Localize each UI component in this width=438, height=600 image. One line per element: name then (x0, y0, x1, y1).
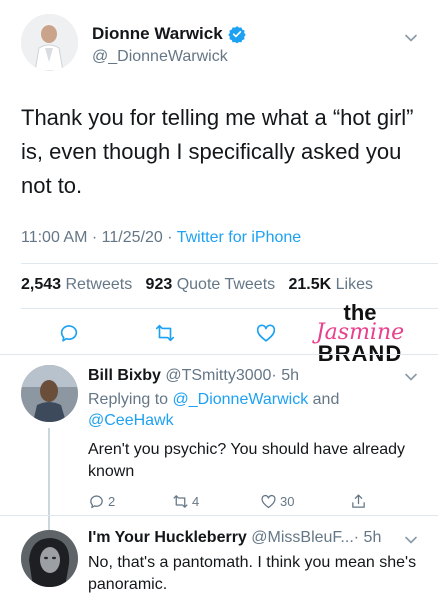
like-count: 30 (280, 494, 295, 509)
verified-badge-icon (227, 26, 246, 43)
reply-action-like[interactable]: 30 (260, 493, 294, 510)
tweet-text: Thank you for telling me what a “hot gir… (21, 105, 414, 198)
tweet-stats: 2,543 Retweets 923 Quote Tweets 21.5K Li… (21, 276, 373, 294)
avatar[interactable] (21, 14, 78, 71)
tweet-date[interactable]: 11/25/20 (102, 229, 163, 246)
reply-icon[interactable] (58, 322, 80, 344)
meta-dot: · (91, 229, 98, 246)
reply-header: Bill Bixby @TSmitty3000· 5h (88, 367, 299, 385)
reply-action-retweet[interactable]: 4 (172, 493, 199, 510)
chevron-down-icon[interactable] (404, 533, 418, 547)
reply-icon[interactable] (88, 493, 105, 510)
avatar[interactable] (21, 365, 78, 422)
tweet-time[interactable]: 11:00 AM (21, 229, 87, 246)
tweet-meta: 11:00 AM · 11/25/20 · Twitter for iPhone (21, 229, 301, 247)
likes-stat[interactable]: 21.5K Likes (288, 276, 373, 293)
reply-action-reply[interactable]: 2 (88, 493, 115, 510)
reply-count: 2 (108, 494, 116, 509)
mention-link[interactable]: @_DionneWarwick (173, 391, 309, 408)
reply-time[interactable]: · 5h (271, 367, 299, 384)
retweets-stat[interactable]: 2,543 Retweets (21, 276, 132, 293)
reply-header: I'm Your Huckleberry @MissBleuF...· 5h (88, 529, 381, 547)
author-handle[interactable]: @_DionneWarwick (92, 48, 228, 66)
share-icon[interactable] (350, 493, 367, 510)
mention-link[interactable]: @CeeHawk (88, 412, 174, 429)
divider (21, 263, 438, 264)
author-name-row[interactable]: Dionne Warwick (92, 24, 246, 44)
replying-prefix: Replying to (88, 391, 169, 408)
reply-action-share[interactable] (350, 493, 367, 510)
reply-author-handle[interactable]: @TSmitty3000 (165, 367, 271, 384)
main-tweet: Dionne Warwick @_DionneWarwick Thank you… (0, 0, 438, 365)
chevron-down-icon[interactable] (404, 370, 418, 384)
like-heart-icon[interactable] (260, 493, 277, 510)
replying-and: and (312, 391, 340, 408)
watermark-line2: Jasmine (315, 320, 405, 345)
meta-dot: · (167, 229, 173, 246)
replying-to: Replying to @_DionneWarwick and @CeeHawk (88, 389, 408, 431)
reply-text: No, that's a pantomath. I think you mean… (88, 554, 417, 593)
reply-author-name[interactable]: I'm Your Huckleberry (88, 529, 247, 546)
reply-tweet[interactable]: Bill Bixby @TSmitty3000· 5h Replying to … (0, 355, 438, 515)
reply-author-name[interactable]: Bill Bixby (88, 367, 161, 384)
like-heart-icon[interactable] (255, 322, 277, 344)
reply-tweet[interactable]: I'm Your Huckleberry @MissBleuF...· 5h N… (0, 516, 438, 600)
tweet-source-link[interactable]: Twitter for iPhone (177, 229, 302, 246)
quote-tweets-stat[interactable]: 923 Quote Tweets (146, 276, 276, 293)
retweet-icon[interactable] (154, 322, 176, 344)
avatar[interactable] (21, 530, 78, 587)
reply-text: Aren't you psychic? You should have alre… (88, 441, 406, 480)
reply-author-handle[interactable]: @MissBleuF... (251, 529, 353, 546)
retweet-count: 4 (192, 494, 200, 509)
chevron-down-icon[interactable] (404, 31, 418, 45)
reply-time[interactable]: · 5h (354, 529, 382, 546)
retweet-icon[interactable] (172, 493, 189, 510)
author-name[interactable]: Dionne Warwick (92, 24, 223, 44)
